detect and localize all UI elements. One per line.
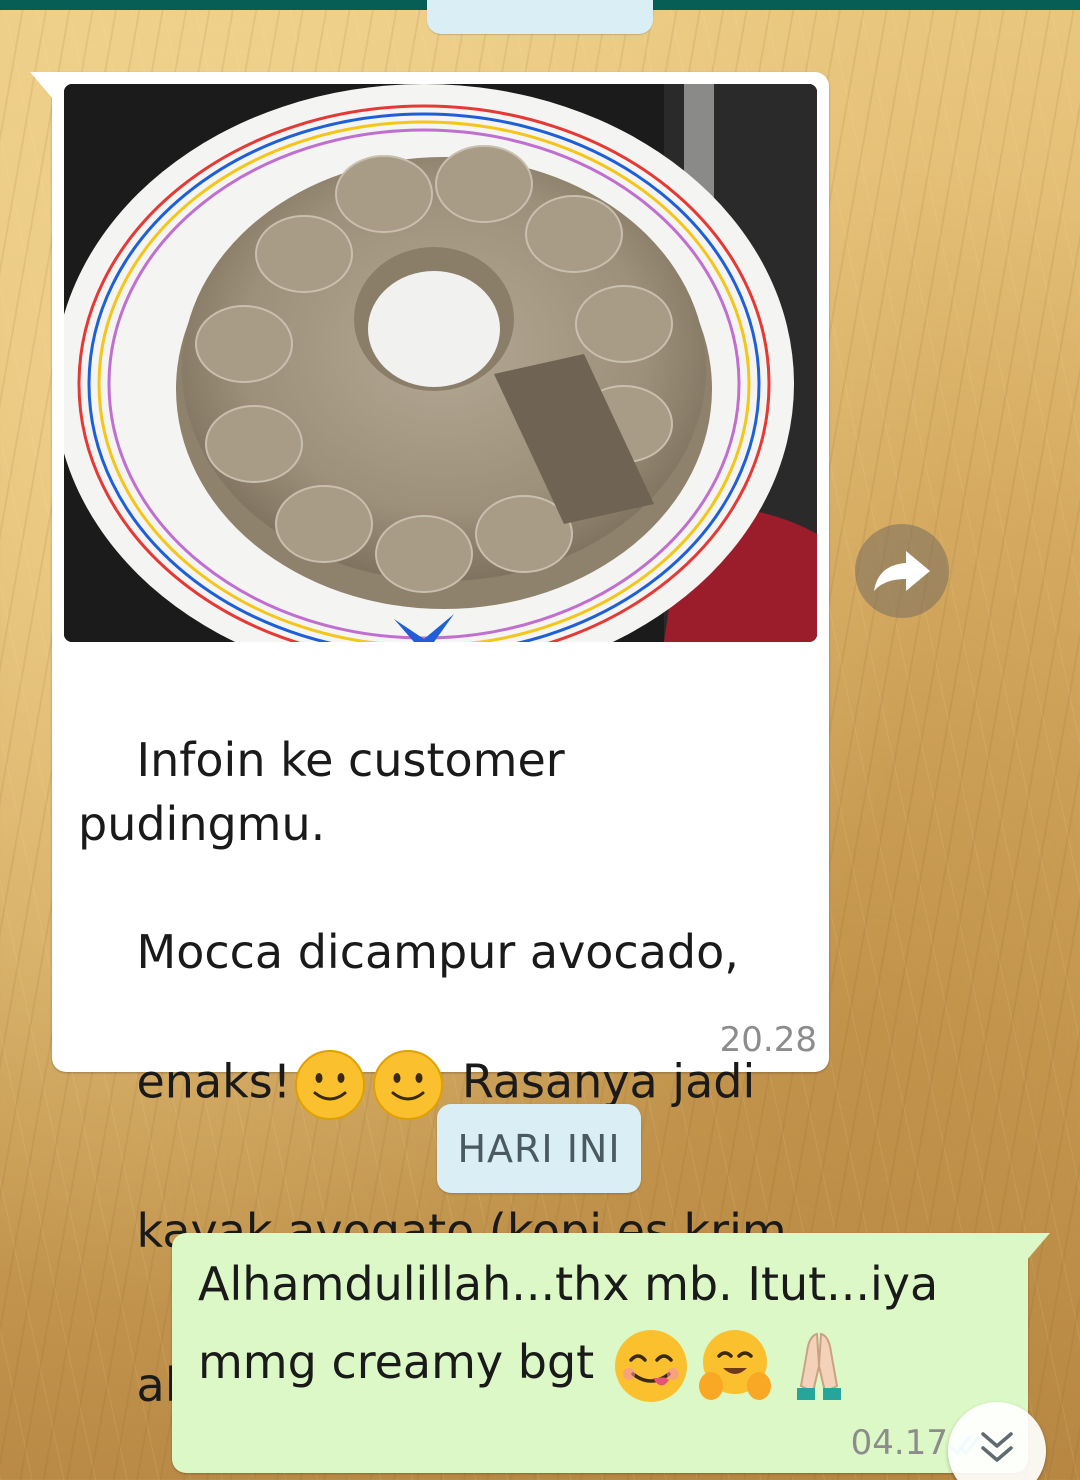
message-line: Alhamdulillah...thx mb. Itut...iya: [198, 1257, 939, 1311]
pudding-photo-illustration: [64, 84, 817, 642]
day-separator: HARI INI: [437, 1104, 641, 1193]
folded-hands-icon: [796, 1332, 841, 1400]
message-line: mmg creamy bgt: [198, 1335, 609, 1389]
outgoing-message-bubble[interactable]: Alhamdulillah...thx mb. Itut...iya mmg c…: [172, 1233, 1050, 1473]
message-line: Rasanya jadi: [447, 1054, 756, 1109]
hugging-face-icon: [698, 1329, 771, 1400]
slightly-smiling-face-icon: [295, 1050, 366, 1120]
message-line: enaks!: [136, 1054, 292, 1109]
outgoing-message-text: Alhamdulillah...thx mb. Itut...iya mmg c…: [198, 1245, 978, 1406]
bubble-tail: [30, 72, 54, 100]
incoming-message-bubble[interactable]: Infoin ke customer pudingmu. Mocca dicam…: [30, 72, 829, 1412]
message-line: Infoin ke customer pudingmu.: [78, 733, 580, 851]
forward-button[interactable]: [855, 524, 949, 618]
message-timestamp: 04.17: [850, 1423, 948, 1463]
face-savoring-food-icon: [614, 1329, 687, 1402]
double-chevron-down-icon: [981, 1432, 1013, 1462]
message-timestamp: 20.28: [719, 1020, 817, 1060]
previous-date-pill: [427, 0, 653, 34]
message-photo[interactable]: [64, 84, 817, 642]
bubble-tail: [1026, 1233, 1050, 1261]
message-line: Mocca dicampur avocado,: [136, 925, 739, 979]
slightly-smiling-face-icon: [373, 1050, 444, 1120]
forward-arrow-icon: [874, 551, 930, 591]
